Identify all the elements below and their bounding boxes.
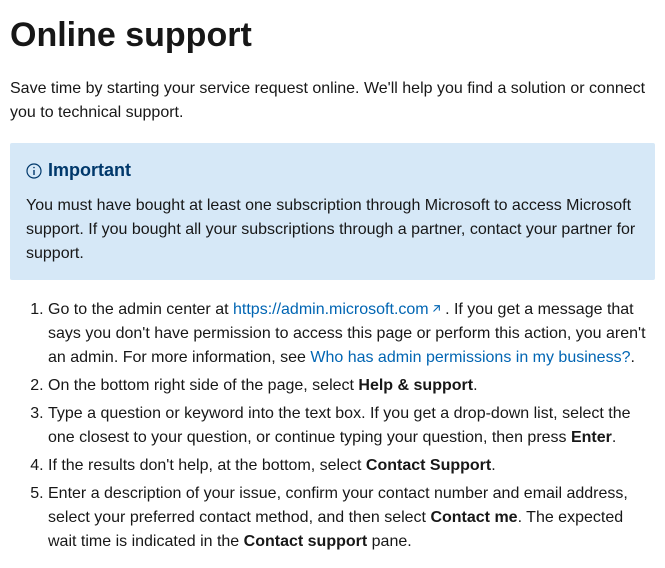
admin-permissions-link[interactable]: Who has admin permissions in my business…: [310, 349, 630, 366]
step-5-text-c: pane.: [367, 533, 411, 550]
step-4: If the results don't help, at the bottom…: [48, 454, 655, 478]
step-1-text-c: .: [630, 349, 634, 366]
step-2: On the bottom right side of the page, se…: [48, 374, 655, 398]
info-icon: [26, 163, 42, 179]
step-1: Go to the admin center at https://admin.…: [48, 298, 655, 370]
admin-center-link[interactable]: https://admin.microsoft.com: [233, 301, 429, 318]
step-4-bold: Contact Support: [366, 457, 491, 474]
step-5-bold-2: Contact support: [244, 533, 368, 550]
step-3-text-a: Type a question or keyword into the text…: [48, 405, 631, 446]
steps-list: Go to the admin center at https://admin.…: [10, 298, 655, 554]
step-3: Type a question or keyword into the text…: [48, 402, 655, 450]
step-4-text-b: .: [491, 457, 495, 474]
step-3-bold: Enter: [571, 429, 612, 446]
step-4-text-a: If the results don't help, at the bottom…: [48, 457, 366, 474]
intro-text: Save time by starting your service reque…: [10, 77, 655, 125]
external-link-icon: [431, 298, 441, 308]
important-note: Important You must have bought at least …: [10, 143, 655, 280]
step-2-text-a: On the bottom right side of the page, se…: [48, 377, 358, 394]
step-5: Enter a description of your issue, confi…: [48, 482, 655, 554]
note-header: Important: [26, 157, 639, 184]
step-3-text-b: .: [612, 429, 616, 446]
step-2-bold: Help & support: [358, 377, 473, 394]
note-title: Important: [48, 157, 131, 184]
step-5-bold-1: Contact me: [430, 509, 517, 526]
note-body: You must have bought at least one subscr…: [26, 194, 639, 266]
page-title: Online support: [10, 10, 655, 61]
step-2-text-b: .: [473, 377, 477, 394]
step-1-text-a: Go to the admin center at: [48, 301, 233, 318]
